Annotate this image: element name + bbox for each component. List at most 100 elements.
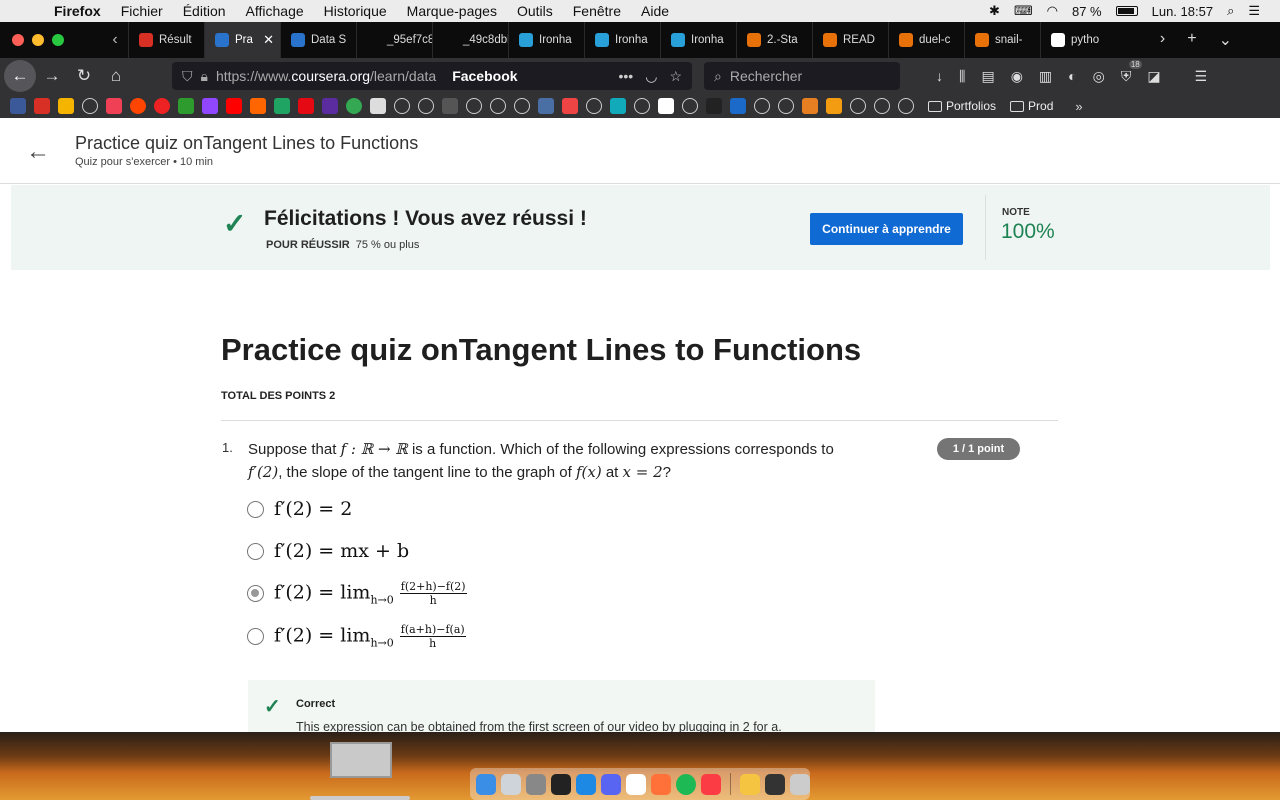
radio-button-checked[interactable] bbox=[247, 585, 264, 602]
browser-tab[interactable]: _49c8dbb bbox=[432, 22, 508, 58]
reddit-bookmark-icon[interactable] bbox=[130, 98, 146, 114]
globe-icon[interactable] bbox=[490, 98, 506, 114]
discord-icon[interactable] bbox=[601, 773, 621, 795]
continue-learning-button[interactable]: Continuer à apprendre bbox=[810, 213, 963, 245]
bookmark-folder-prod[interactable]: Prod bbox=[1010, 99, 1053, 113]
keyboard-icon[interactable]: ⌨ bbox=[1014, 3, 1033, 19]
menu-app-name[interactable]: Firefox bbox=[54, 3, 101, 19]
globe-icon[interactable] bbox=[898, 98, 914, 114]
notification-center-icon[interactable]: ☰ bbox=[1248, 3, 1260, 19]
app-store-icon[interactable] bbox=[576, 773, 596, 795]
downloads-icon[interactable]: ↓ bbox=[936, 68, 943, 85]
menu-fichier[interactable]: Fichier bbox=[121, 3, 163, 19]
netflix-bookmark-icon[interactable] bbox=[298, 98, 314, 114]
globe-icon[interactable] bbox=[754, 98, 770, 114]
tabs-scroll-right-icon[interactable]: › bbox=[1160, 30, 1165, 50]
firefox-icon[interactable] bbox=[651, 773, 671, 795]
extension-icon[interactable]: ◐ bbox=[1068, 68, 1076, 85]
menu-outils[interactable]: Outils bbox=[517, 3, 553, 19]
launchpad-icon[interactable] bbox=[501, 773, 521, 795]
system-preferences-icon[interactable] bbox=[526, 773, 546, 795]
menu-historique[interactable]: Historique bbox=[324, 3, 387, 19]
browser-tab[interactable]: _95ef7c80 bbox=[356, 22, 432, 58]
facebook-bookmark-icon[interactable] bbox=[10, 98, 26, 114]
globe-icon[interactable] bbox=[82, 98, 98, 114]
bookmark-icon[interactable] bbox=[658, 98, 674, 114]
bookmark-icon[interactable] bbox=[610, 98, 626, 114]
wifi-icon[interactable]: ◠ bbox=[1047, 3, 1058, 19]
globe-icon[interactable] bbox=[394, 98, 410, 114]
play-bookmark-icon[interactable] bbox=[346, 98, 362, 114]
new-tab-icon[interactable]: + bbox=[1187, 30, 1196, 50]
menu-fenetre[interactable]: Fenêtre bbox=[573, 3, 621, 19]
browser-tab[interactable]: Ironha bbox=[584, 22, 660, 58]
folder-stack-icon[interactable] bbox=[764, 773, 785, 795]
menu-affichage[interactable]: Affichage bbox=[246, 3, 304, 19]
battery-icon[interactable] bbox=[1115, 6, 1138, 16]
globe-icon[interactable] bbox=[418, 98, 434, 114]
browser-tab[interactable]: Ironha bbox=[508, 22, 584, 58]
close-window-icon[interactable] bbox=[12, 34, 24, 46]
search-input[interactable]: ⌕ Rechercher bbox=[704, 62, 900, 90]
radio-button[interactable] bbox=[247, 500, 264, 518]
steam-bookmark-icon[interactable] bbox=[730, 98, 746, 114]
back-arrow-icon[interactable]: ← bbox=[26, 138, 50, 165]
pocket-icon[interactable]: ◡ bbox=[645, 68, 657, 85]
radio-button[interactable] bbox=[247, 628, 264, 645]
bookmark-icon[interactable] bbox=[538, 98, 554, 114]
bookmark-icon[interactable] bbox=[802, 98, 818, 114]
browser-tab[interactable]: Data S bbox=[280, 22, 356, 58]
twitch-bookmark-icon[interactable] bbox=[202, 98, 218, 114]
page-actions-icon[interactable]: ••• bbox=[619, 68, 634, 85]
zoom-window-icon[interactable] bbox=[52, 34, 64, 46]
bookmark-icon[interactable] bbox=[370, 98, 386, 114]
menubar-clock[interactable]: Lun. 18:57 bbox=[1152, 4, 1213, 19]
globe-icon[interactable] bbox=[586, 98, 602, 114]
reload-icon[interactable]: ↻ bbox=[68, 60, 100, 92]
browser-tab[interactable]: READ bbox=[812, 22, 888, 58]
slack-icon[interactable] bbox=[626, 773, 646, 795]
desktop-window-thumbnail[interactable] bbox=[330, 742, 392, 778]
bookmark-star-icon[interactable]: ☆ bbox=[669, 68, 682, 85]
bluetooth-icon[interactable]: ✱ bbox=[989, 3, 1000, 19]
more-bookmarks-icon[interactable]: » bbox=[1075, 99, 1082, 114]
trash-icon[interactable] bbox=[789, 773, 810, 795]
sidebar-icon[interactable]: ▤ bbox=[981, 68, 994, 85]
gmail-bookmark-icon[interactable] bbox=[34, 98, 50, 114]
lock-icon[interactable]: 🔒︎ bbox=[201, 68, 208, 85]
library-icon[interactable]: ⫼ bbox=[959, 68, 965, 85]
bookmark-icon[interactable] bbox=[322, 98, 338, 114]
tabs-scroll-left-icon[interactable]: ‹ bbox=[102, 31, 128, 49]
play-arrow-icon[interactable] bbox=[442, 98, 458, 114]
globe-icon[interactable] bbox=[466, 98, 482, 114]
browser-tab[interactable]: snail- bbox=[964, 22, 1040, 58]
music-icon[interactable] bbox=[701, 773, 721, 795]
bookmark-folder-portfolios[interactable]: Portfolios bbox=[928, 99, 996, 113]
globe-icon[interactable] bbox=[850, 98, 866, 114]
spotlight-search-icon[interactable]: ⌕ bbox=[1227, 3, 1234, 19]
globe-icon[interactable] bbox=[682, 98, 698, 114]
bookmark-icon[interactable] bbox=[58, 98, 74, 114]
pocket-bookmark-icon[interactable] bbox=[106, 98, 122, 114]
minimize-window-icon[interactable] bbox=[32, 34, 44, 46]
url-bar[interactable]: ⛉ 🔒︎ https://www.coursera.org/learn/data… bbox=[172, 62, 692, 90]
browser-tab[interactable]: Résult bbox=[128, 22, 204, 58]
extension-icon[interactable]: ◎ bbox=[1093, 68, 1105, 85]
bookmark-icon[interactable] bbox=[562, 98, 578, 114]
browser-tab[interactable]: duel-c bbox=[888, 22, 964, 58]
menu-marque-pages[interactable]: Marque-pages bbox=[407, 3, 497, 19]
browser-tab[interactable]: Ironha bbox=[660, 22, 736, 58]
list-all-tabs-icon[interactable]: ⌄ bbox=[1219, 30, 1232, 50]
facebook-container-label[interactable]: Facebook bbox=[452, 68, 517, 84]
bookmark-icon[interactable] bbox=[826, 98, 842, 114]
menu-edition[interactable]: Édition bbox=[183, 3, 226, 19]
globe-icon[interactable] bbox=[514, 98, 530, 114]
bookmark-icon[interactable] bbox=[154, 98, 170, 114]
browser-tab[interactable]: 2.-Sta bbox=[736, 22, 812, 58]
star-bookmark-icon[interactable] bbox=[178, 98, 194, 114]
finder-icon[interactable] bbox=[476, 773, 496, 795]
youtube-bookmark-icon[interactable] bbox=[226, 98, 242, 114]
bookmark-icon[interactable] bbox=[706, 98, 722, 114]
answer-option[interactable]: f′(2) = mx + b bbox=[247, 540, 409, 562]
answer-option[interactable]: f′(2) = 2 bbox=[247, 498, 352, 520]
